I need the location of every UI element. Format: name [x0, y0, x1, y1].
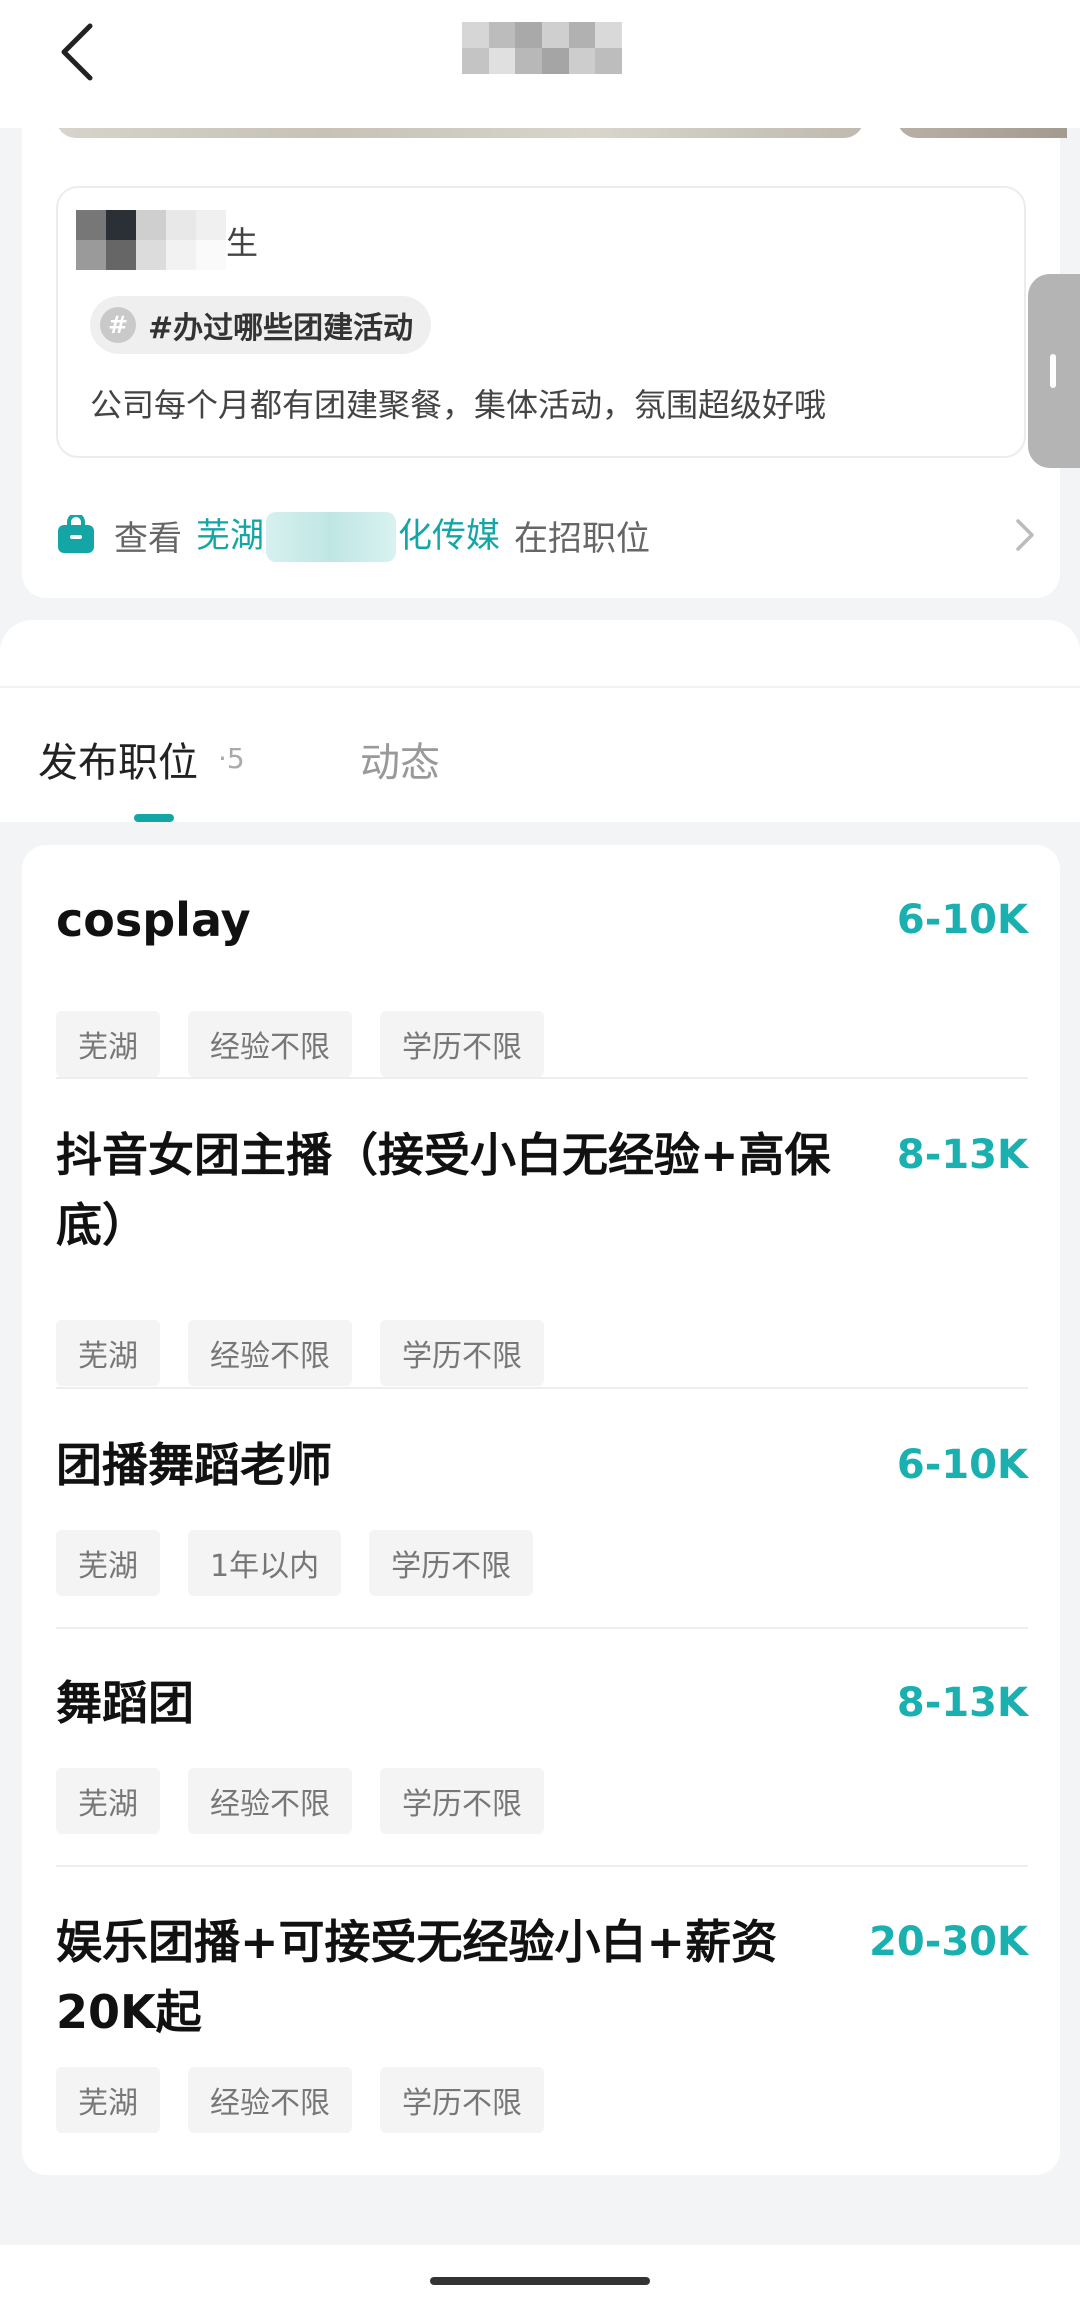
- tabs-panel: 发布职位 ·5 动态: [0, 620, 1080, 822]
- job-title: 娱乐团播+可接受无经验小白+薪资20K起: [56, 1915, 778, 2039]
- company-name-end: 化传媒: [398, 515, 500, 556]
- job-title: 团播舞蹈老师: [56, 1438, 332, 1492]
- job-salary: 8-13K: [896, 1680, 1028, 1726]
- job-item[interactable]: 抖音女团主播（接受小白无经验+高保底） 8-13K 芜湖 经验不限 学历不限: [56, 1120, 1028, 1386]
- job-tags: 芜湖 经验不限 学历不限: [56, 2067, 572, 2133]
- link-suffix: 在招职位: [514, 518, 650, 559]
- back-icon[interactable]: [50, 18, 110, 82]
- chevron-right-icon: [1016, 519, 1034, 551]
- tag-experience: 经验不限: [188, 2067, 352, 2133]
- title-mosaic: [462, 22, 622, 74]
- job-salary: 6-10K: [896, 1442, 1028, 1488]
- divider: [0, 686, 1080, 688]
- tag-experience: 1年以内: [188, 1530, 342, 1596]
- company-name-blur: [266, 512, 396, 563]
- company-name: 芜湖 化传媒: [196, 508, 500, 563]
- tab-jobs[interactable]: 发布职位: [38, 730, 198, 788]
- job-list: cosplay 6-10K 芜湖 经验不限 学历不限 抖音女团主播（接受小白无经…: [22, 845, 1060, 2175]
- bottom-bar: [0, 2245, 1080, 2313]
- tag-experience: 经验不限: [188, 1768, 352, 1834]
- job-tags: 芜湖 1年以内 学历不限: [56, 1530, 561, 1596]
- hashtag-icon: #: [100, 307, 136, 343]
- job-tags: 芜湖 经验不限 学历不限: [56, 1011, 572, 1077]
- tag-location: 芜湖: [56, 1011, 160, 1077]
- job-salary: 6-10K: [896, 897, 1028, 943]
- job-item[interactable]: cosplay 6-10K 芜湖 经验不限 学历不限: [56, 885, 1028, 1085]
- divider: [56, 1387, 1028, 1389]
- tag-education: 学历不限: [380, 2067, 544, 2133]
- tag-location: 芜湖: [56, 2067, 160, 2133]
- home-indicator[interactable]: [430, 2277, 650, 2285]
- job-tags: 芜湖 经验不限 学历不限: [56, 1320, 572, 1386]
- job-title: cosplay: [56, 893, 251, 947]
- topic-chip[interactable]: # #办过哪些团建活动: [90, 296, 432, 354]
- link-prefix: 查看: [114, 518, 182, 559]
- tag-education: 学历不限: [380, 1320, 544, 1386]
- divider: [56, 1865, 1028, 1867]
- tab-feed[interactable]: 动态: [360, 730, 440, 788]
- tag-experience: 经验不限: [188, 1011, 352, 1077]
- view-company-jobs-link[interactable]: 查看 芜湖 化传媒 在招职位: [56, 505, 1046, 565]
- review-text: 公司每个月都有团建聚餐，集体活动，氛围超级好哦: [90, 386, 827, 424]
- company-name-start: 芜湖: [196, 515, 264, 556]
- briefcase-icon: [58, 515, 94, 553]
- tag-location: 芜湖: [56, 1768, 160, 1834]
- company-card: 生 # #办过哪些团建活动 公司每个月都有团建聚餐，集体活动，氛围超级好哦 查看…: [22, 110, 1067, 598]
- side-drawer-handle[interactable]: [1028, 274, 1080, 468]
- divider: [56, 1077, 1028, 1079]
- job-title: 抖音女团主播（接受小白无经验+高保底）: [56, 1128, 831, 1252]
- review-card[interactable]: 生 # #办过哪些团建活动 公司每个月都有团建聚餐，集体活动，氛围超级好哦: [56, 186, 1026, 458]
- reviewer-name: 生: [226, 224, 259, 262]
- tag-education: 学历不限: [380, 1768, 544, 1834]
- topic-label: #办过哪些团建活动: [148, 311, 414, 346]
- tab-indicator: [134, 814, 174, 822]
- tag-education: 学历不限: [369, 1530, 534, 1596]
- job-item[interactable]: 娱乐团播+可接受无经验小白+薪资20K起 20-30K 芜湖 经验不限 学历不限: [56, 1907, 1028, 2147]
- tag-education: 学历不限: [380, 1011, 544, 1077]
- top-bar: [0, 0, 1080, 128]
- job-item[interactable]: 舞蹈团 8-13K 芜湖 经验不限 学历不限: [56, 1668, 1028, 1868]
- job-item[interactable]: 团播舞蹈老师 6-10K 芜湖 1年以内 学历不限: [56, 1430, 1028, 1630]
- job-title: 舞蹈团: [56, 1676, 194, 1730]
- tab-jobs-count: ·5: [218, 742, 245, 775]
- job-tags: 芜湖 经验不限 学历不限: [56, 1768, 572, 1834]
- job-salary: 8-13K: [896, 1132, 1028, 1178]
- job-salary: 20-30K: [869, 1919, 1028, 1965]
- reviewer-avatar-mosaic: [76, 210, 226, 270]
- tag-location: 芜湖: [56, 1530, 160, 1596]
- tag-experience: 经验不限: [188, 1320, 352, 1386]
- tag-location: 芜湖: [56, 1320, 160, 1386]
- divider: [56, 1627, 1028, 1629]
